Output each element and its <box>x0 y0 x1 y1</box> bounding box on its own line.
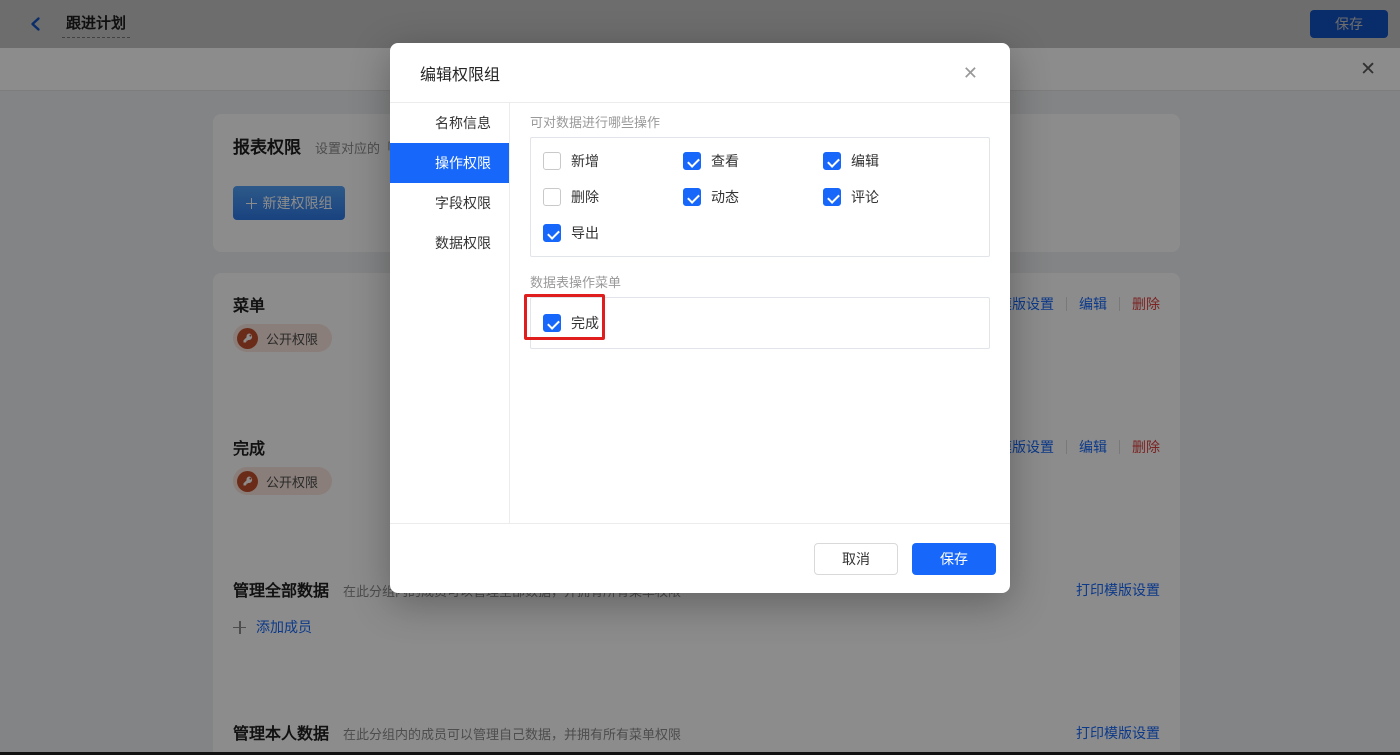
checkbox-view[interactable] <box>683 152 701 170</box>
checkbox-label: 完成 <box>571 313 599 333</box>
modal-tab-content: 可对数据进行哪些操作 新增 查看 编辑 <box>510 103 1010 523</box>
op-item: 编辑 <box>823 151 977 171</box>
checkbox-edit[interactable] <box>823 152 841 170</box>
checkbox-label: 删除 <box>571 187 599 207</box>
op-item: 导出 <box>543 223 683 243</box>
checkbox-label: 导出 <box>571 223 599 243</box>
edit-permission-group-modal: 编辑权限组 ✕ 名称信息 操作权限 字段权限 数据权限 可对数据进行哪些操作 新… <box>390 43 1010 593</box>
checkbox-label: 评论 <box>851 187 879 207</box>
modal-tabs: 名称信息 操作权限 字段权限 数据权限 <box>390 103 510 523</box>
checkbox-label: 查看 <box>711 151 739 171</box>
operations-group-label: 可对数据进行哪些操作 <box>530 112 990 131</box>
operations-checkbox-group: 新增 查看 编辑 删除 <box>530 137 990 257</box>
op-item: 新增 <box>543 151 683 171</box>
checkbox-add[interactable] <box>543 152 561 170</box>
op-item: 查看 <box>683 151 823 171</box>
tab-name-info[interactable]: 名称信息 <box>390 103 509 143</box>
table-menu-group-label: 数据表操作菜单 <box>530 272 990 291</box>
checkbox-comment[interactable] <box>823 188 841 206</box>
cancel-button[interactable]: 取消 <box>814 543 898 575</box>
checkbox-delete[interactable] <box>543 188 561 206</box>
op-item: 评论 <box>823 187 977 207</box>
modal-title: 编辑权限组 <box>420 61 500 85</box>
modal-body: 名称信息 操作权限 字段权限 数据权限 可对数据进行哪些操作 新增 查看 <box>390 103 1010 523</box>
tab-data-permission[interactable]: 数据权限 <box>390 223 509 263</box>
checkbox-export[interactable] <box>543 224 561 242</box>
checkbox-label: 新增 <box>571 151 599 171</box>
tab-operation-permission[interactable]: 操作权限 <box>390 143 509 183</box>
checkbox-label: 动态 <box>711 187 739 207</box>
op-item: 动态 <box>683 187 823 207</box>
modal-close-icon[interactable]: ✕ <box>963 64 978 82</box>
op-item: 删除 <box>543 187 683 207</box>
checkbox-activity[interactable] <box>683 188 701 206</box>
menu-op-item: 完成 <box>543 313 599 333</box>
checkbox-label: 编辑 <box>851 151 879 171</box>
app-screen: 跟进计划 保存 ✕ 报表权限 设置对应的「 新建权限组 菜单 <box>0 0 1400 755</box>
checkbox-complete[interactable] <box>543 314 561 332</box>
modal-header: 编辑权限组 ✕ <box>390 43 1010 103</box>
table-menu-checkbox-group: 完成 <box>530 297 990 349</box>
save-button[interactable]: 保存 <box>912 543 996 575</box>
modal-footer: 取消 保存 <box>390 523 1010 593</box>
tab-field-permission[interactable]: 字段权限 <box>390 183 509 223</box>
